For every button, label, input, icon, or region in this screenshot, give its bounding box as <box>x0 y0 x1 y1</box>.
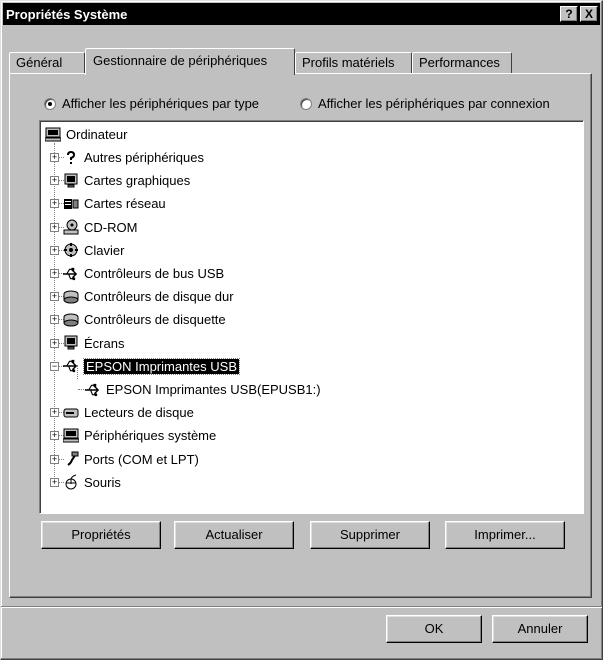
tab-performance[interactable]: Performances <box>412 52 512 74</box>
usb-icon <box>84 382 101 398</box>
expand-toggle-icon[interactable]: + <box>50 454 59 464</box>
tree-item-label: Cartes réseau <box>84 196 166 212</box>
expand-toggle-icon[interactable]: + <box>50 222 59 232</box>
disk-icon <box>62 289 79 305</box>
help-button[interactable]: ? <box>560 6 578 22</box>
tree-item-label: Contrôleurs de disque dur <box>84 289 234 305</box>
expand-toggle-icon[interactable]: + <box>50 176 59 186</box>
view-by-type-option[interactable]: Afficher les périphériques par type <box>44 96 259 111</box>
tree-category-item[interactable]: Contrôleurs de disque dur <box>62 285 234 308</box>
computer-icon <box>62 428 79 444</box>
collapse-toggle-icon[interactable]: − <box>50 361 59 371</box>
window-title: Propriétés Système <box>6 6 128 22</box>
keyboard-icon <box>62 242 79 258</box>
tree-category-item[interactable]: Contrôleurs de bus USB <box>62 262 224 285</box>
tree-child-item[interactable]: EPSON Imprimantes USB(EPUSB1:) <box>84 378 321 401</box>
tree-item-label: EPSON Imprimantes USB <box>83 357 240 375</box>
tree-item-label: CD-ROM <box>84 219 138 235</box>
question-icon <box>62 150 79 166</box>
tree-item-label: Contrôleurs de bus USB <box>84 266 225 281</box>
tree-item-label: Lecteurs de disque <box>84 405 194 421</box>
computer-icon <box>44 127 61 143</box>
expand-toggle-icon[interactable]: + <box>50 292 59 302</box>
view-by-connection-label: Afficher les périphériques par connexion <box>318 96 550 111</box>
tree-item-label: Cartes graphiques <box>84 173 191 189</box>
expand-toggle-icon[interactable]: + <box>50 477 59 487</box>
tree-category-item[interactable]: Cartes réseau <box>62 192 166 215</box>
monitor-icon <box>62 335 79 351</box>
tree-item-label: Ports (COM et LPT) <box>84 451 199 467</box>
device-manager-panel: Afficher les périphériques par type Affi… <box>9 73 592 598</box>
tree-root-label: Ordinateur <box>66 127 128 142</box>
expand-toggle-icon[interactable]: + <box>50 153 59 162</box>
mouse-icon <box>62 474 79 490</box>
view-by-connection-option[interactable]: Afficher les périphériques par connexion <box>300 96 550 111</box>
device-tree[interactable]: Ordinateur + Autres périphériques + Cartes … <box>39 120 584 514</box>
tree-item-label: Écrans <box>84 335 125 351</box>
tree-category-item[interactable]: Ports (COM et LPT) <box>62 448 199 471</box>
view-by-type-label: Afficher les périphériques par type <box>62 96 260 111</box>
tab-hardware-profiles[interactable]: Profils matériels <box>295 52 412 74</box>
tree-category-item[interactable]: EPSON Imprimantes USB <box>62 355 240 378</box>
expand-toggle-icon[interactable]: + <box>50 199 59 209</box>
tree-category-item[interactable]: Souris <box>62 471 121 494</box>
tree-category-item[interactable]: Lecteurs de disque <box>62 401 194 424</box>
tree-category-item[interactable]: Périphériques système <box>62 424 216 447</box>
expand-toggle-icon[interactable]: + <box>50 408 59 418</box>
print-button[interactable]: Imprimer... <box>445 521 565 549</box>
properties-button[interactable]: Propriétés <box>41 521 161 549</box>
remove-button[interactable]: Supprimer <box>310 521 430 549</box>
expand-toggle-icon[interactable]: + <box>50 269 59 278</box>
tree-category-item[interactable]: Autres périphériques <box>62 146 204 169</box>
tree-item-label: EPSON Imprimantes USB(EPUSB1:) <box>106 382 321 397</box>
refresh-button[interactable]: Actualiser <box>174 521 294 549</box>
tree-item-label: Périphériques système <box>84 428 217 444</box>
tree-category-item[interactable]: Clavier <box>62 239 124 262</box>
view-by-type-radio[interactable] <box>44 97 56 110</box>
system-properties-window: Propriétés Système ? X Général Gestionna… <box>0 0 603 660</box>
tree-category-item[interactable]: Contrôleurs de disquette <box>62 308 226 331</box>
tree-item-label: Souris <box>84 474 121 490</box>
monitor-icon <box>62 173 79 189</box>
network-icon <box>62 196 79 212</box>
expand-toggle-icon[interactable]: + <box>50 338 59 348</box>
disk-icon <box>62 312 79 328</box>
tree-item-label: Clavier <box>84 242 125 258</box>
tree-category-item[interactable]: Écrans <box>62 332 124 355</box>
ok-button[interactable]: OK <box>386 615 482 643</box>
drive-icon <box>62 405 79 421</box>
port-icon <box>62 451 79 467</box>
usb-icon <box>62 358 79 374</box>
usb-icon <box>62 266 79 282</box>
expand-toggle-icon[interactable]: + <box>50 315 59 325</box>
expand-toggle-icon[interactable]: + <box>50 245 59 255</box>
view-by-connection-radio[interactable] <box>300 97 312 110</box>
tree-category-item[interactable]: Cartes graphiques <box>62 169 190 192</box>
tree-item-label: Contrôleurs de disquette <box>84 312 226 328</box>
cancel-button[interactable]: Annuler <box>492 615 588 643</box>
title-bar[interactable]: Propriétés Système ? X <box>3 3 600 25</box>
footer-separator <box>1 606 602 608</box>
tab-device-manager[interactable]: Gestionnaire de périphériques <box>85 48 295 75</box>
tree-root[interactable]: Ordinateur <box>44 123 127 146</box>
tree-category-item[interactable]: CD-ROM <box>62 216 137 239</box>
tree-item-label: Autres périphériques <box>84 150 204 165</box>
expand-toggle-icon[interactable]: + <box>50 431 59 441</box>
close-button[interactable]: X <box>580 6 598 22</box>
tab-general[interactable]: Général <box>9 52 85 74</box>
cdrom-icon <box>62 219 79 235</box>
